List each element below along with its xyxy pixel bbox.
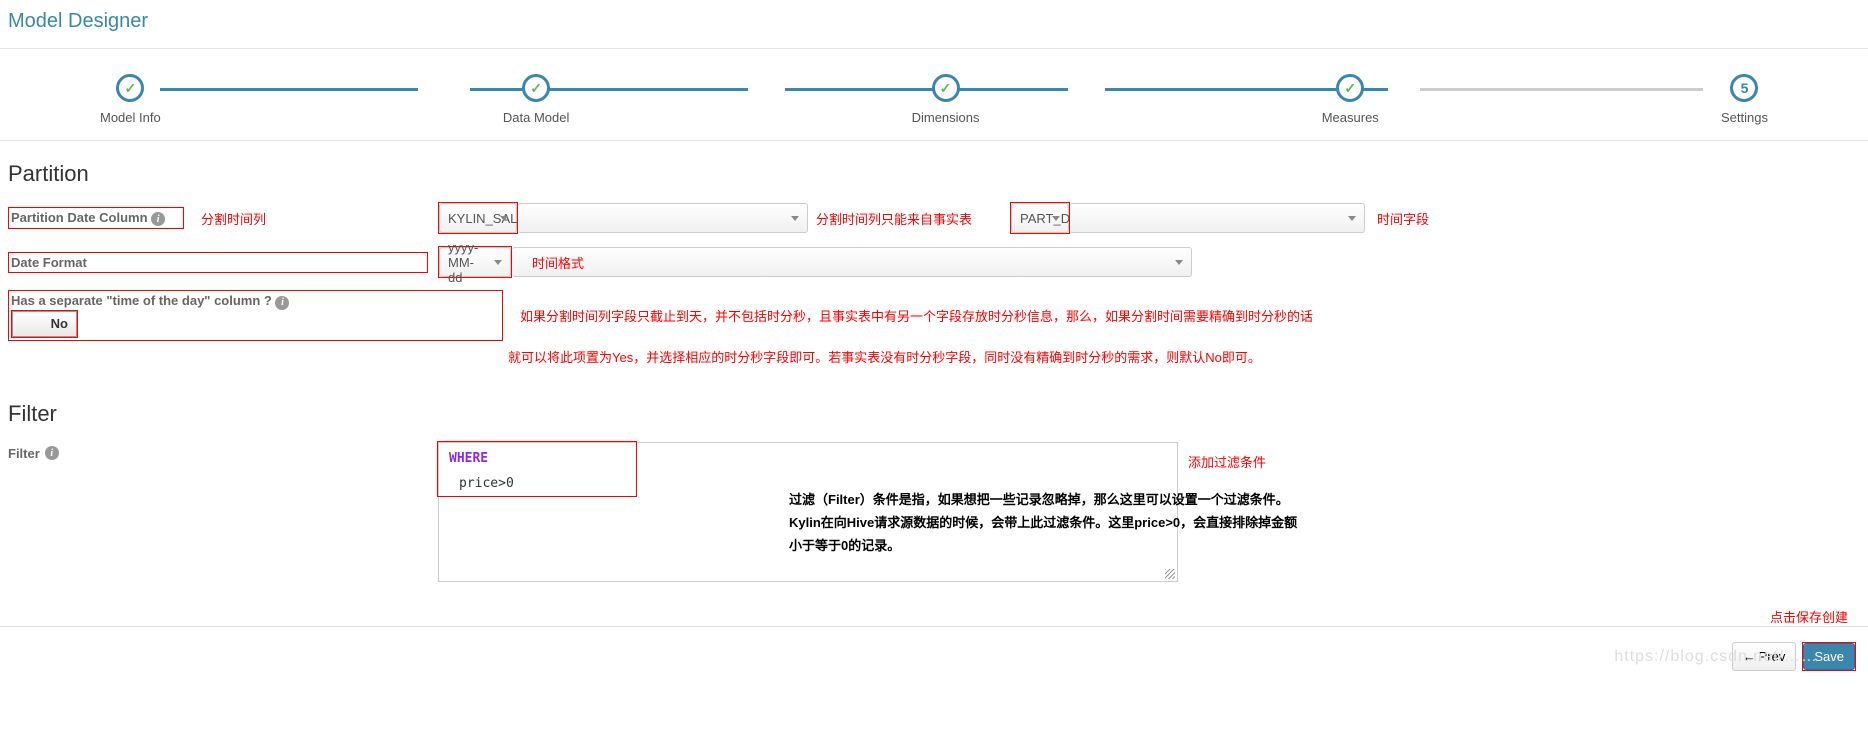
annotation-box: Save xyxy=(1802,642,1856,671)
separate-time-toggle[interactable]: No xyxy=(12,311,77,337)
date-format-select[interactable]: yyyy-MM-dd xyxy=(439,247,511,277)
date-format-label: Date Format xyxy=(11,255,87,270)
info-icon[interactable]: i xyxy=(45,446,59,460)
info-icon[interactable]: i xyxy=(275,296,289,310)
footer: https://blog.csdn.net/…… ← Prev Save xyxy=(0,626,1868,686)
stepper: ✓ Model Info ✓ Data Model ✓ Dimensions ✓… xyxy=(0,49,1868,141)
partition-section-title: Partition xyxy=(8,161,1860,187)
where-keyword: WHERE xyxy=(439,443,1177,466)
annotation-box: PART_DT xyxy=(1010,202,1070,234)
filter-textarea[interactable]: WHERE price>0 过滤（Filter）条件是指，如果想把一些记录忽略掉… xyxy=(438,442,1178,582)
filter-explanation: 过滤（Filter）条件是指，如果想把一些记录忽略掉，那么这里可以设置一个过滤条… xyxy=(789,488,1309,558)
annotation-text: 分割时间列 xyxy=(201,209,266,228)
annotation-box: Has a separate "time of the day" column … xyxy=(8,290,503,341)
separate-time-label: Has a separate "time of the day" column … xyxy=(11,293,272,308)
check-icon: ✓ xyxy=(116,74,144,102)
page-title: Model Designer xyxy=(0,0,1868,49)
resize-handle-icon[interactable] xyxy=(1165,569,1175,579)
annotation-box: Date Format xyxy=(8,252,428,273)
step-model-info[interactable]: ✓ Model Info xyxy=(100,74,161,125)
annotation-box: yyyy-MM-dd xyxy=(438,246,512,278)
step-label: Model Info xyxy=(100,110,161,125)
step-settings[interactable]: 5 Settings xyxy=(1721,74,1768,125)
step-label: Measures xyxy=(1322,110,1379,125)
step-label: Data Model xyxy=(503,110,569,125)
date-format-select-ext[interactable] xyxy=(512,247,1192,277)
annotation-box: KYLIN_SALES xyxy=(438,202,518,234)
check-icon: ✓ xyxy=(932,74,960,102)
partition-column-select-ext[interactable] xyxy=(1070,203,1365,233)
step-dimensions[interactable]: ✓ Dimensions xyxy=(912,74,980,125)
filter-label: Filter xyxy=(8,446,40,461)
annotation-text: 添加过滤条件 xyxy=(1188,452,1266,471)
annotation-text: 时间字段 xyxy=(1377,209,1429,228)
check-icon: ✓ xyxy=(522,74,550,102)
save-button[interactable]: Save xyxy=(1803,643,1855,670)
annotation-text: 分割时间列只能来自事实表 xyxy=(816,209,972,228)
info-icon[interactable]: i xyxy=(151,212,165,226)
annotation-text: 就可以将此项置为Yes，并选择相应的时分秒字段即可。若事实表没有时分秒字段，同时… xyxy=(508,345,1860,371)
stepper-connector xyxy=(1420,88,1703,91)
step-data-model[interactable]: ✓ Data Model xyxy=(503,74,569,125)
annotation-text: 如果分割时间列字段只截止到天，并不包括时分秒，且事实表中有另一个字段存放时分秒信… xyxy=(520,306,1313,325)
partition-table-select[interactable]: KYLIN_SALES xyxy=(439,203,517,233)
partition-table-select-ext[interactable] xyxy=(518,203,808,233)
stepper-connector xyxy=(160,88,418,91)
annotation-text: 点击保存创建 xyxy=(0,607,1848,626)
prev-button[interactable]: ← Prev xyxy=(1732,642,1797,671)
step-measures[interactable]: ✓ Measures xyxy=(1322,74,1379,125)
annotation-box: No xyxy=(11,310,78,338)
step-label: Settings xyxy=(1721,110,1768,125)
filter-section-title: Filter xyxy=(8,401,1860,427)
annotation-text: 时间格式 xyxy=(532,253,584,272)
partition-date-column-label: Partition Date Column xyxy=(11,210,148,225)
arrow-left-icon: ← xyxy=(1743,649,1756,664)
check-icon: ✓ xyxy=(1336,74,1364,102)
step-label: Dimensions xyxy=(912,110,980,125)
partition-column-select[interactable]: PART_DT xyxy=(1011,203,1069,233)
step-number-icon: 5 xyxy=(1730,74,1758,102)
annotation-box: Partition Date Column i xyxy=(8,207,184,230)
